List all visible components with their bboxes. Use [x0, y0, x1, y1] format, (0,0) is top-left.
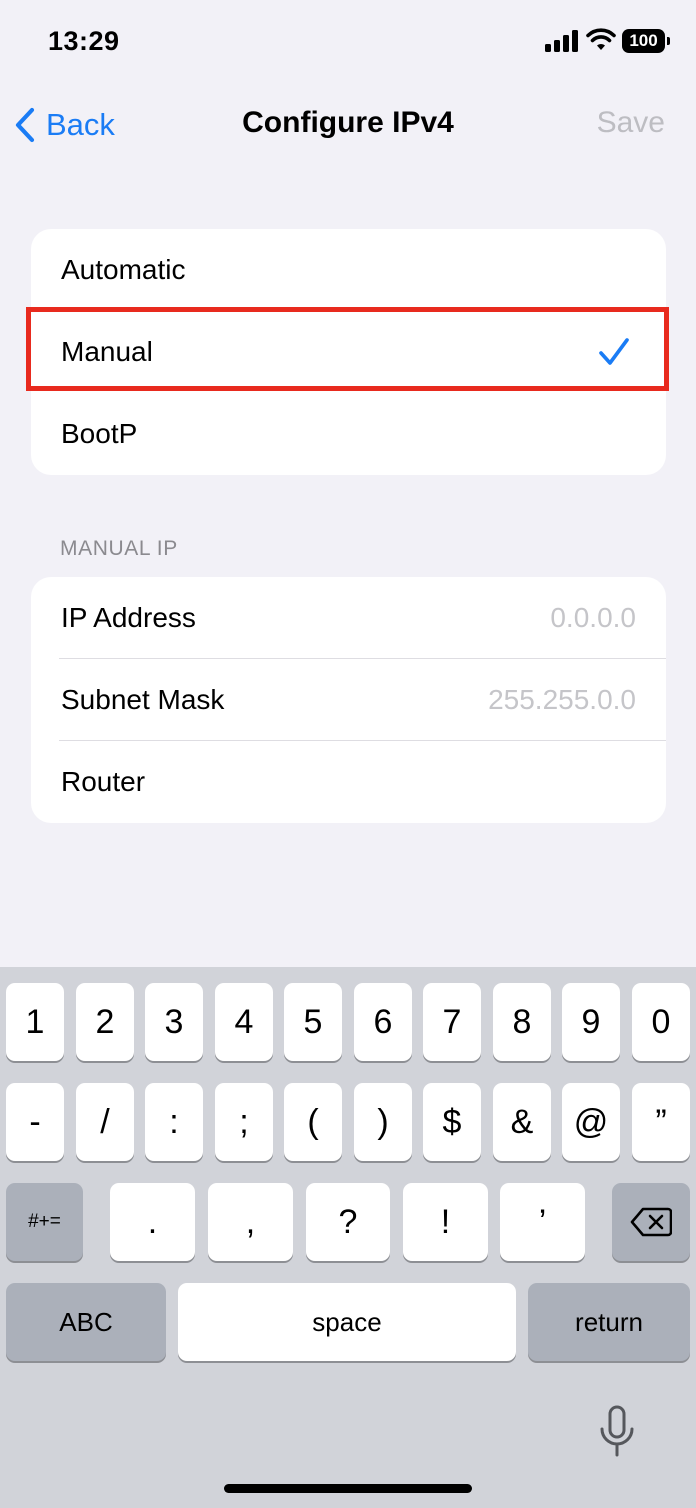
- save-button[interactable]: Save: [597, 106, 665, 140]
- abc-key[interactable]: ABC: [6, 1283, 166, 1361]
- battery-icon: 100: [622, 29, 670, 53]
- key-ampersand[interactable]: &: [493, 1083, 551, 1161]
- key-1[interactable]: 1: [6, 983, 64, 1061]
- key-0[interactable]: 0: [632, 983, 690, 1061]
- key-5[interactable]: 5: [284, 983, 342, 1061]
- key-4[interactable]: 4: [215, 983, 273, 1061]
- symbols-toggle-key[interactable]: #+=: [6, 1183, 83, 1261]
- field-label: Subnet Mask: [61, 684, 225, 715]
- key-6[interactable]: 6: [354, 983, 412, 1061]
- microphone-icon[interactable]: [599, 1405, 635, 1459]
- key-7[interactable]: 7: [423, 983, 481, 1061]
- ip-address-field[interactable]: IP Address 0.0.0.0: [31, 577, 666, 659]
- delete-backspace-icon: [630, 1207, 672, 1237]
- key-period[interactable]: .: [110, 1183, 195, 1261]
- mode-option-bootp[interactable]: BootP: [31, 393, 666, 475]
- key-3[interactable]: 3: [145, 983, 203, 1061]
- home-indicator[interactable]: [224, 1484, 472, 1493]
- mode-option-manual[interactable]: Manual: [31, 311, 666, 393]
- subnet-mask-field[interactable]: Subnet Mask 255.255.0.0: [31, 659, 666, 741]
- key-comma[interactable]: ,: [208, 1183, 293, 1261]
- key-colon[interactable]: :: [145, 1083, 203, 1161]
- section-header-manual-ip: MANUAL IP: [60, 537, 178, 560]
- mode-label: Automatic: [61, 254, 186, 285]
- key-2[interactable]: 2: [76, 983, 134, 1061]
- key-8[interactable]: 8: [493, 983, 551, 1061]
- key-semicolon[interactable]: ;: [215, 1083, 273, 1161]
- space-key[interactable]: space: [178, 1283, 516, 1361]
- key-9[interactable]: 9: [562, 983, 620, 1061]
- mode-label: Manual: [61, 336, 153, 367]
- ip-address-placeholder: 0.0.0.0: [550, 602, 636, 633]
- status-time: 13:29: [48, 26, 120, 56]
- battery-level: 100: [622, 29, 665, 53]
- keyboard: 1 2 3 4 5 6 7 8 9 0 - / : ; ( ) $ & @ ” …: [0, 967, 696, 1508]
- page-title: Configure IPv4: [242, 106, 454, 139]
- field-label: Router: [61, 766, 146, 797]
- key-hyphen[interactable]: -: [6, 1083, 64, 1161]
- cellular-signal-icon: [545, 30, 578, 52]
- key-open-paren[interactable]: (: [284, 1083, 342, 1161]
- navigation-bar: Back Configure IPv4 Save: [0, 90, 696, 160]
- checkmark-icon: [599, 338, 629, 365]
- router-field[interactable]: Router: [31, 741, 666, 823]
- key-quote[interactable]: ”: [632, 1083, 690, 1161]
- field-label: IP Address: [61, 602, 196, 633]
- ipv4-mode-list: Automatic Manual BootP: [31, 229, 666, 475]
- status-bar: 13:29 100: [0, 0, 696, 88]
- manual-ip-fields: IP Address 0.0.0.0 Subnet Mask 255.255.0…: [31, 577, 666, 823]
- key-dollar[interactable]: $: [423, 1083, 481, 1161]
- mode-label: BootP: [61, 418, 138, 449]
- key-question[interactable]: ?: [306, 1183, 390, 1261]
- mode-option-automatic[interactable]: Automatic: [31, 229, 666, 311]
- subnet-mask-placeholder: 255.255.0.0: [488, 684, 636, 715]
- delete-key[interactable]: [612, 1183, 690, 1261]
- wifi-icon: [586, 28, 616, 50]
- key-at[interactable]: @: [562, 1083, 620, 1161]
- key-apostrophe[interactable]: ’: [500, 1183, 585, 1261]
- key-exclamation[interactable]: !: [403, 1183, 488, 1261]
- key-slash[interactable]: /: [76, 1083, 134, 1161]
- return-key[interactable]: return: [528, 1283, 690, 1361]
- key-close-paren[interactable]: ): [354, 1083, 412, 1161]
